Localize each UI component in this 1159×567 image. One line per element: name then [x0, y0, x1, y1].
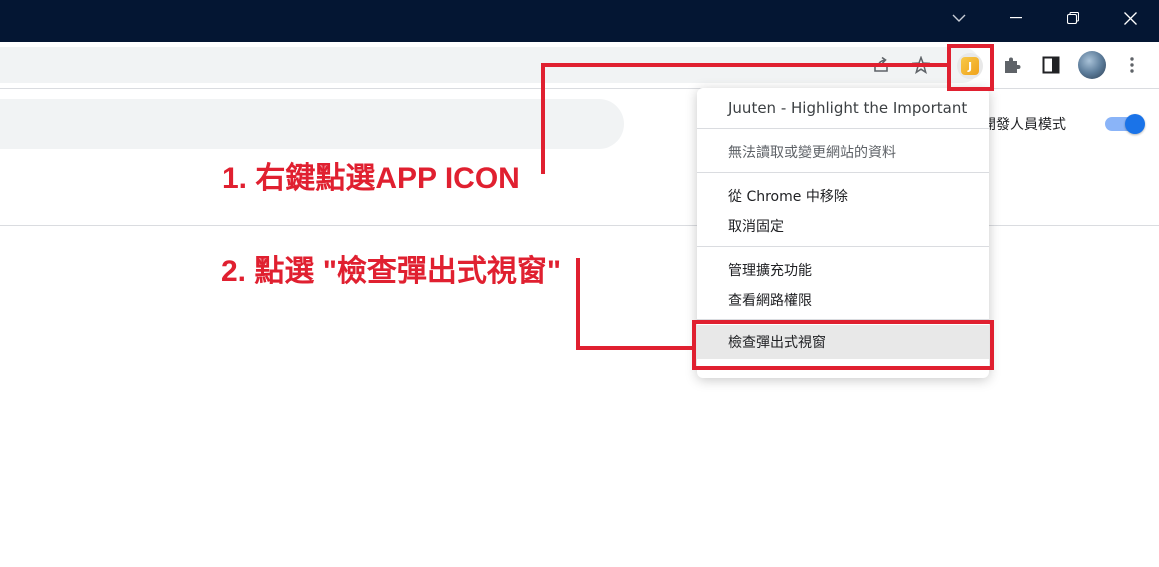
close-window-button[interactable] — [1102, 0, 1158, 36]
tab-search-button[interactable] — [931, 0, 987, 36]
restore-button[interactable] — [1045, 0, 1101, 36]
annotation-connector-line — [541, 63, 545, 174]
close-icon — [1123, 11, 1137, 25]
menu-item-unpin[interactable]: 取消固定 — [697, 211, 989, 241]
chrome-menu-button[interactable] — [1118, 51, 1146, 79]
annotation-box-app-icon — [947, 44, 994, 91]
developer-mode-label: 開發人員模式 — [982, 117, 1066, 133]
menu-item-site-access: 無法讀取或變更網站的資料 — [728, 145, 896, 161]
minimize-icon — [1010, 17, 1022, 19]
annotation-box-inspect-popup — [692, 320, 994, 370]
extensions-button[interactable] — [998, 51, 1026, 79]
menu-item-view-permissions[interactable]: 查看網路權限 — [697, 285, 989, 315]
menu-item-remove-from-chrome[interactable]: 從 Chrome 中移除 — [697, 181, 989, 211]
annotation-step-1: 1. 右鍵點選APP ICON — [222, 162, 520, 195]
developer-mode-toggle-knob[interactable] — [1125, 114, 1145, 134]
window-title-bar — [0, 0, 1159, 42]
chevron-down-icon — [952, 14, 966, 22]
profile-avatar[interactable] — [1078, 51, 1106, 79]
extensions-search-bar[interactable] — [0, 99, 624, 149]
menu-item-extension-name[interactable]: Juuten - Highlight the Important — [697, 93, 989, 123]
menu-separator — [697, 172, 989, 173]
annotation-connector-line — [576, 258, 580, 350]
more-vert-icon — [1130, 57, 1134, 73]
side-panel-icon — [1042, 56, 1060, 74]
minimize-button[interactable] — [988, 0, 1044, 36]
puzzle-icon — [1005, 57, 1021, 73]
menu-separator — [697, 246, 989, 247]
side-panel-button[interactable] — [1037, 51, 1065, 79]
restore-icon — [1067, 12, 1079, 24]
annotation-step-2: 2. 點選 "檢查彈出式視窗" — [221, 255, 562, 288]
menu-item-manage-extensions[interactable]: 管理擴充功能 — [697, 255, 989, 285]
menu-separator — [697, 128, 989, 129]
annotation-connector-line — [541, 63, 947, 67]
annotation-connector-line — [576, 346, 693, 350]
